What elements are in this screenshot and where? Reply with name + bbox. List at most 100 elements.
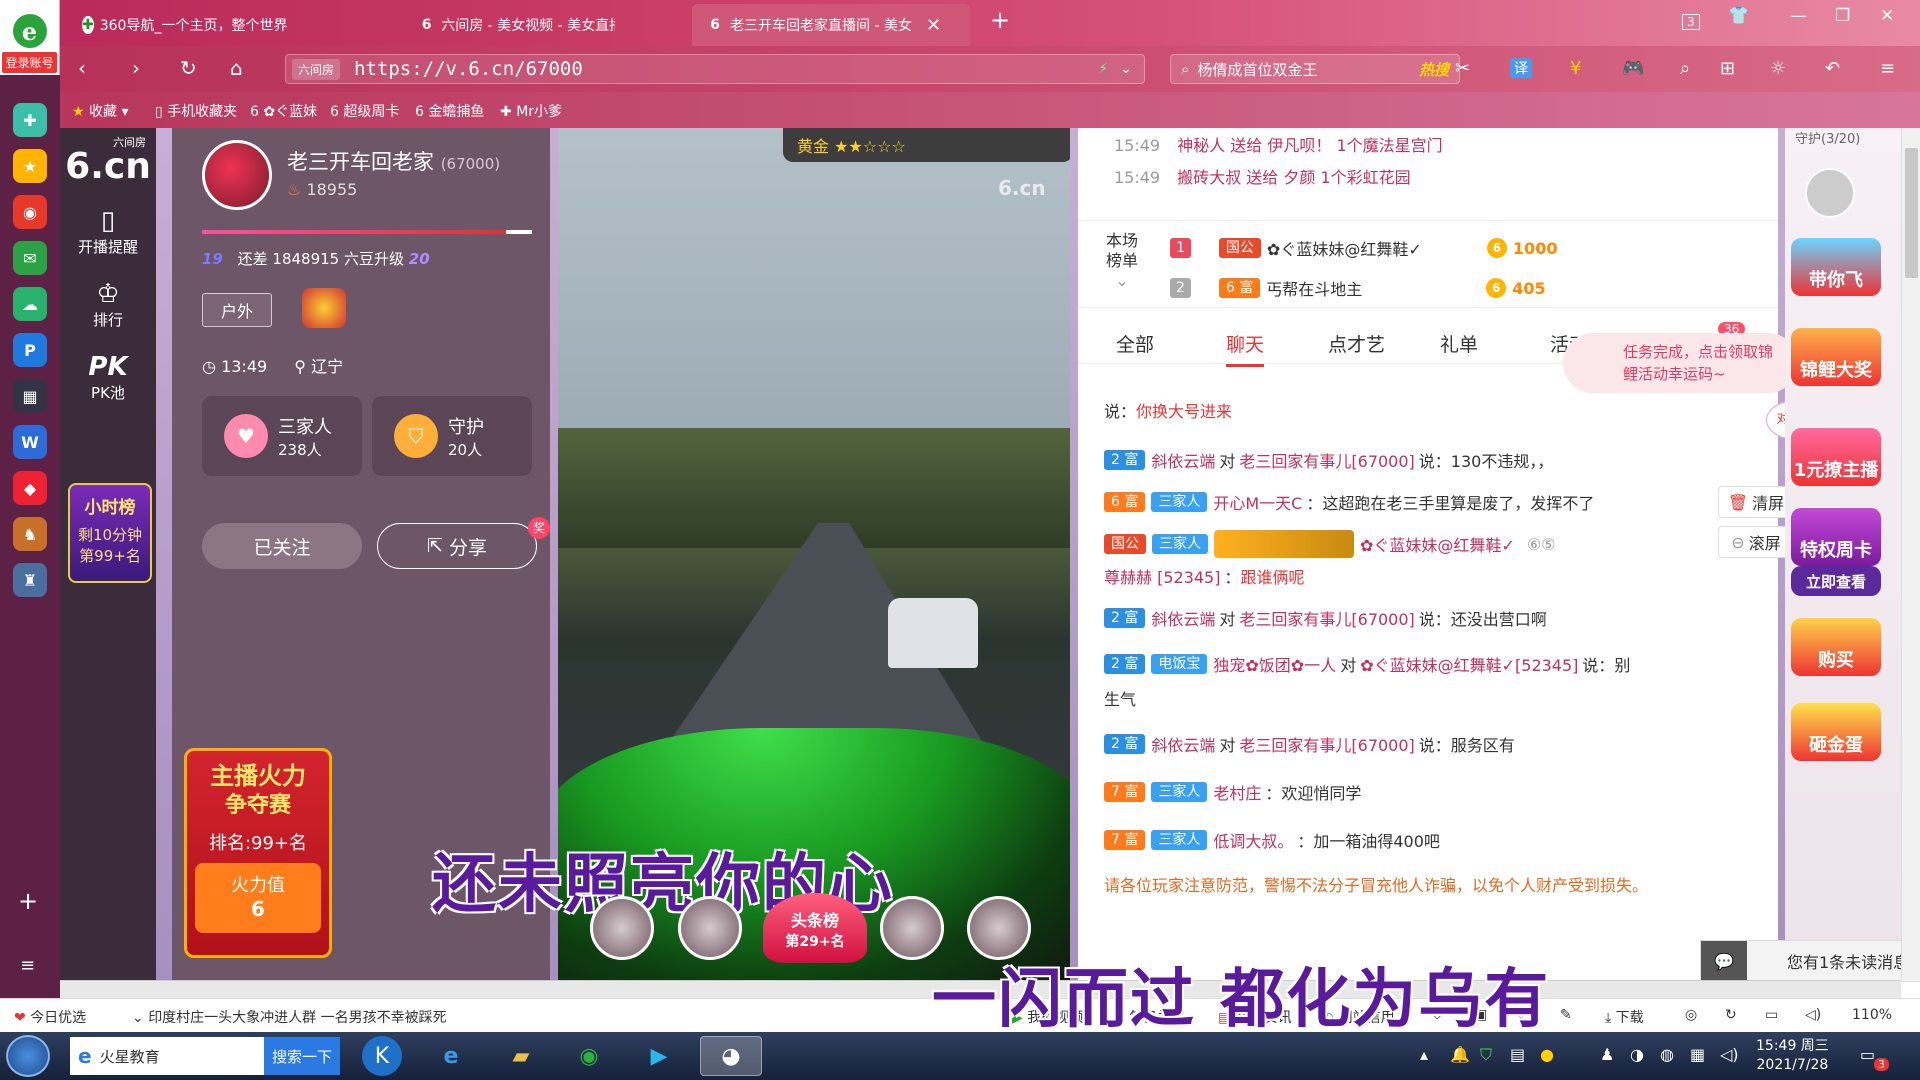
anchor-avatar[interactable] <box>202 140 272 210</box>
tab-6cn-home[interactable]: 6 六间房 - 美女视频 - 美女直播 <box>404 4 629 46</box>
browser-taskbar-icon[interactable]: ◉ <box>558 1036 620 1076</box>
login-button[interactable]: 登录账号 <box>2 52 57 73</box>
share-button[interactable]: ⇱ 分享 <box>377 523 537 569</box>
promo-view-now[interactable]: 立即查看 <box>1791 566 1881 596</box>
tab-current-room[interactable]: 6 老三开车回老家直播间 - 美女 ✕ <box>692 4 970 46</box>
tray-volume-icon[interactable]: ◁) <box>1720 1045 1739 1064</box>
browser-logo-icon[interactable]: e <box>12 14 47 48</box>
undo-icon[interactable]: ↶ <box>1825 58 1840 79</box>
tab-chat[interactable]: 聊天 <box>1226 330 1265 367</box>
news-ticker[interactable]: ⌄ 印度村庄一头大象冲进人群 一名男孩不幸被踩死 <box>132 1007 447 1027</box>
list-icon[interactable]: ≡ <box>20 955 35 976</box>
bookmark-lanmei[interactable]: 6 ✿ぐ蓝妹 <box>250 101 317 121</box>
red-app-icon[interactable]: ◆ <box>13 471 47 505</box>
ranking-label[interactable]: 本场 榜单 ⌄ <box>1106 231 1138 291</box>
player-icon[interactable]: ▶ <box>628 1036 690 1076</box>
unread-message-bar[interactable]: 💬 您有1条未读消息 <box>1700 940 1920 982</box>
task-complete-toast[interactable]: 任务完成，点击领取锦鲤活动幸运码~ <box>1563 333 1798 393</box>
promo-weekly-card[interactable]: 特权周卡 <box>1791 508 1881 566</box>
tab-talent[interactable]: 点才艺 <box>1328 330 1385 357</box>
search-tool-icon[interactable]: ⌕ <box>1680 58 1690 79</box>
headset-icon[interactable]: ◎ <box>1685 1007 1697 1023</box>
today-picks[interactable]: ❤ 今日优选 <box>14 1007 86 1027</box>
window-status-icon[interactable]: ▭ <box>1765 1007 1778 1023</box>
bookmark-mr[interactable]: ✚ Mr小爹 <box>500 101 562 121</box>
tray-network-icon[interactable]: ▦ <box>1690 1045 1705 1064</box>
tab-gift-list[interactable]: 礼单 <box>1440 330 1478 357</box>
tray-user-icon[interactable]: ◍ <box>1660 1045 1674 1064</box>
promo-golden-egg[interactable]: 砸金蛋 <box>1791 703 1881 761</box>
mail-icon[interactable]: ✉ <box>13 241 47 275</box>
castle-app-icon[interactable]: ♜ <box>13 563 47 597</box>
brush-icon[interactable]: ✎ <box>1560 1007 1572 1023</box>
news-app-icon[interactable]: ▦ <box>13 379 47 413</box>
headline-rank-badge[interactable]: 头条榜 第29+名 <box>763 893 867 963</box>
plus-app-icon[interactable]: ✚ <box>13 103 47 137</box>
nav-ranking[interactable]: ♔ 排行 <box>60 279 156 330</box>
followed-button[interactable]: 已关注 <box>202 523 362 569</box>
notification-icon[interactable]: ▭ <box>1860 1045 1875 1064</box>
close-window-icon[interactable]: ✕ <box>1880 6 1894 26</box>
ranking-row[interactable]: 2 6 富 丐帮在斗地主 6 405 <box>1170 271 1546 305</box>
clear-screen-button[interactable]: 🗑 清屏 <box>1718 486 1794 518</box>
vertical-scrollbar[interactable] <box>1901 128 1920 980</box>
hot-search-badge[interactable]: 热搜 <box>1419 59 1449 80</box>
promo-fly-with-you[interactable]: 带你飞 <box>1791 238 1881 296</box>
tab-count-badge[interactable]: 3 <box>1682 14 1700 30</box>
address-bar[interactable]: 六间房 https://v.6.cn/67000 ⚡ ⌄ <box>285 54 1145 84</box>
chevron-down-icon[interactable]: ⌄ <box>1120 61 1132 77</box>
guard-card[interactable]: ⛉ 守护 20人 <box>372 396 532 476</box>
reload-icon[interactable]: ↻ <box>180 56 197 80</box>
lightning-icon[interactable]: ⚡ <box>1098 61 1108 77</box>
refresh-status-icon[interactable]: ↻ <box>1725 1007 1737 1023</box>
bookmark-weekly-card[interactable]: 6 超级周卡 <box>330 101 399 121</box>
taskbar-search-button[interactable]: 搜索一下 <box>263 1037 340 1075</box>
viewer-avatar[interactable] <box>678 896 742 960</box>
tray-shield-icon[interactable]: ⛉ <box>1480 1045 1492 1065</box>
tray-qq-icon[interactable]: ♟ <box>1600 1045 1614 1064</box>
volume-icon[interactable]: ◁) <box>1805 1007 1821 1023</box>
zoom-level[interactable]: 110% <box>1852 1007 1892 1023</box>
site-logo[interactable]: 六间房 6.cn <box>60 128 156 185</box>
nav-live-reminder[interactable]: ▯ 开播提醒 <box>60 206 156 257</box>
game-app-icon[interactable]: ♞ <box>13 517 47 551</box>
word-icon[interactable]: W <box>13 425 47 459</box>
tray-app-icon[interactable]: ● <box>1540 1045 1554 1064</box>
url-text[interactable]: https://v.6.cn/67000 <box>354 58 583 80</box>
tab-all[interactable]: 全部 <box>1116 330 1154 357</box>
promo-one-yuan[interactable]: 1元撩主播 <box>1791 428 1881 486</box>
cloud-icon[interactable]: ☁ <box>13 287 47 321</box>
taskbar-clock[interactable]: 15:49 周三 2021/7/28 <box>1756 1037 1829 1075</box>
ie-taskbar-icon[interactable]: e <box>420 1036 482 1076</box>
restore-icon[interactable]: ❐ <box>1835 6 1850 26</box>
coin-icon[interactable]: ¥ <box>1570 58 1581 79</box>
menu-icon[interactable]: ≡ <box>1880 58 1895 79</box>
fire-contest-widget[interactable]: 主播火力 争夺赛 排名:99+名 火力值 6 <box>184 748 332 958</box>
hour-rank-widget[interactable]: 小时榜 剩10分钟 第99+名 <box>68 483 152 583</box>
grid-icon[interactable]: ⊞ <box>1720 58 1735 79</box>
promo-buy[interactable]: 购买 <box>1791 618 1881 676</box>
taskbar-search[interactable]: e 火星教育 搜索一下 <box>70 1037 340 1075</box>
forward-icon[interactable]: › <box>132 56 140 80</box>
tray-bell-icon[interactable]: 🔔 <box>1450 1045 1470 1064</box>
weibo-icon[interactable]: ◉ <box>13 195 47 229</box>
tab-360-nav[interactable]: ✚ 360导航_一个主页，整个世界 <box>68 4 287 46</box>
home-icon[interactable]: ⌂ <box>230 56 243 80</box>
minimize-icon[interactable]: — <box>1790 6 1807 26</box>
star-app-icon[interactable]: ★ <box>13 149 47 183</box>
family-card[interactable]: ♥ 三家人 238人 <box>202 396 362 476</box>
start-button[interactable] <box>6 1035 50 1077</box>
download-button[interactable]: ⤓ 下载 <box>1605 1007 1644 1027</box>
bookmark-mobile[interactable]: ▯ 手机收藏夹 <box>155 101 237 121</box>
category-tag[interactable]: 户外 <box>202 293 273 327</box>
viewer-avatar[interactable] <box>590 896 654 960</box>
nav-pk-pool[interactable]: PK PK池 <box>60 352 156 403</box>
tray-expand-icon[interactable]: ▴ <box>1420 1045 1428 1064</box>
search-box[interactable]: ⌕ 杨倩成首位双金王 热搜 <box>1170 54 1460 84</box>
translate-icon[interactable]: 译 <box>1510 58 1532 78</box>
p-app-icon[interactable]: P <box>13 333 47 367</box>
search-input[interactable]: 杨倩成首位双金王 <box>1197 59 1317 80</box>
ranking-row[interactable]: 1 国公 ✿ぐ蓝妹妹@红舞鞋✓ 6 1000 <box>1170 231 1557 265</box>
folder-icon[interactable]: ▰ <box>490 1036 552 1076</box>
back-icon[interactable]: ‹ <box>78 56 86 80</box>
